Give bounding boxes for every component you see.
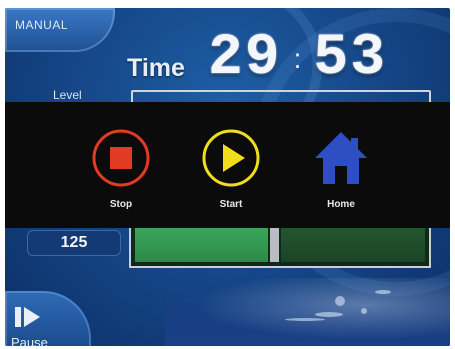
time-separator: : xyxy=(293,43,302,74)
pause-label: Pause xyxy=(11,335,48,346)
progress-fill xyxy=(135,228,268,262)
play-icon xyxy=(201,128,261,188)
level-label: Level xyxy=(53,88,82,102)
splash-streak xyxy=(315,312,343,317)
stop-icon xyxy=(91,128,151,188)
time-seconds: 53 xyxy=(313,26,388,91)
level-progress-bar xyxy=(129,228,431,268)
home-label: Home xyxy=(327,199,355,210)
start-label: Start xyxy=(219,199,243,210)
water-splash-graphic xyxy=(165,278,450,346)
level-value-readout: 125 xyxy=(27,230,121,256)
app-screen: MANUAL Time 29 : 53 Level 125 Pause Stop… xyxy=(5,8,450,346)
splash-streak xyxy=(285,318,325,321)
mode-label: MANUAL xyxy=(15,18,69,32)
splash-drop xyxy=(361,308,367,314)
start-button[interactable]: Start xyxy=(191,128,271,210)
time-label: Time xyxy=(127,54,185,82)
time-minutes: 29 xyxy=(208,26,282,91)
home-button[interactable]: Home xyxy=(301,128,381,210)
home-icon xyxy=(311,128,371,188)
splash-drop xyxy=(335,296,345,306)
stop-label: Stop xyxy=(109,199,133,210)
pause-play-icon xyxy=(13,303,43,336)
stop-button[interactable]: Stop xyxy=(81,128,161,210)
progress-marker xyxy=(270,228,279,262)
progress-remaining xyxy=(281,228,425,262)
pause-button[interactable]: Pause xyxy=(5,291,91,346)
splash-streak xyxy=(375,290,391,294)
action-menu-overlay: Stop Start Home xyxy=(5,102,450,228)
time-display: 29 : 53 xyxy=(208,29,387,89)
